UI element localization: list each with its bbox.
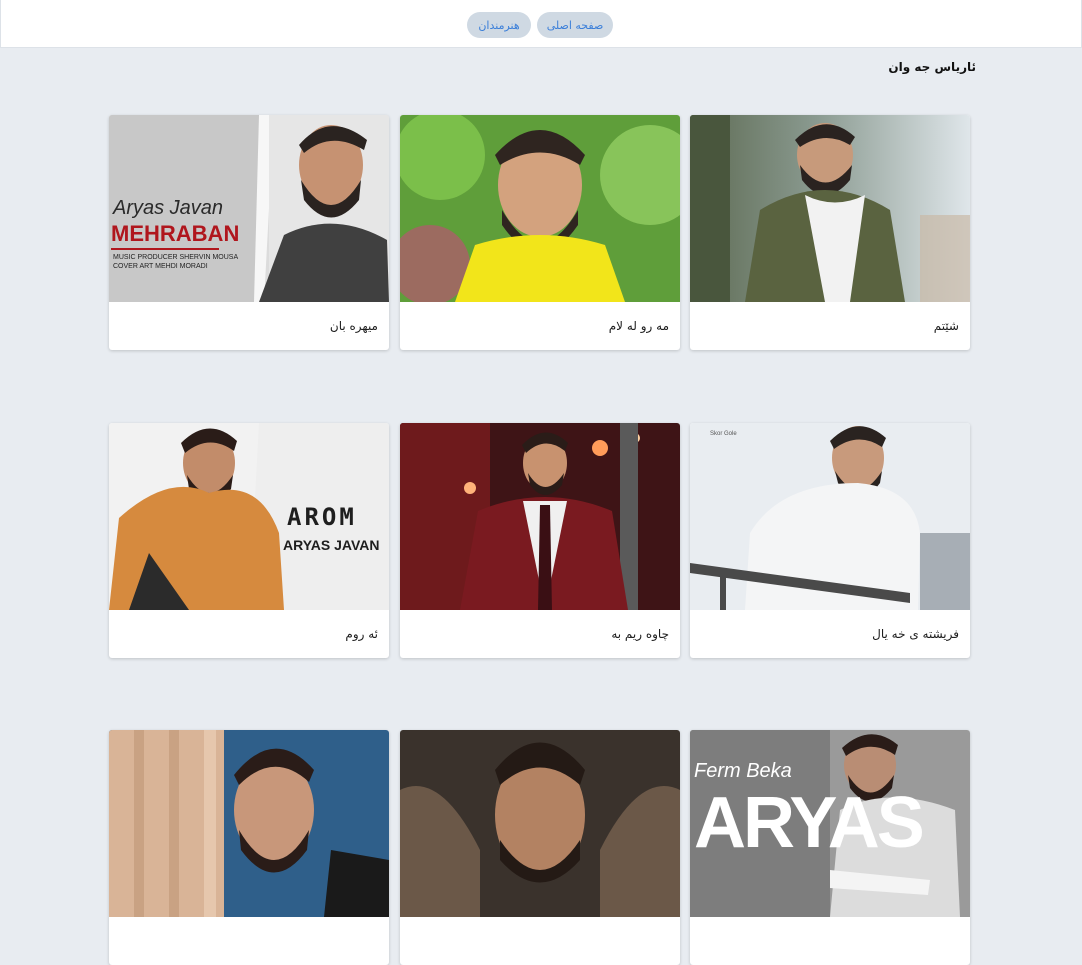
- song-cover-image: [109, 730, 389, 917]
- page-title: ئاریاس جه وان: [888, 60, 976, 74]
- song-title: میهره بان: [329, 319, 378, 333]
- nav-home-button[interactable]: صفحه اصلی: [537, 12, 613, 38]
- song-card-row3-middle[interactable]: [400, 730, 680, 965]
- song-title: مه رو له لام: [608, 319, 669, 333]
- song-cover-image: [400, 730, 680, 917]
- song-card-ferm-beka[interactable]: Ferm Beka ARYAS: [690, 730, 970, 965]
- song-card-chawe-rim-be[interactable]: چاوه ریم به: [400, 423, 680, 658]
- cover-title-text: AROM: [287, 503, 357, 531]
- cover-subtitle-text: ARYAS JAVAN: [283, 537, 380, 553]
- song-cover-image: [400, 115, 680, 302]
- cover-divider: [111, 248, 219, 250]
- song-title: شێتم: [933, 319, 959, 333]
- song-title: فریشته ی خه یال: [872, 627, 959, 641]
- song-card-mehraban[interactable]: Aryas Javan MEHRABAN MUSIC PRODUCER SHER…: [109, 115, 389, 350]
- cover-credit-text: MUSIC PRODUCER SHERVIN MOUSA: [113, 254, 239, 261]
- cover-title-text: MEHRABAN: [111, 221, 240, 246]
- cover-script-text: Ferm Beka: [694, 760, 792, 782]
- cover-logo-text: Skor Gole: [710, 431, 737, 437]
- song-card-arom[interactable]: AROM ARYAS JAVAN ئه روم: [109, 423, 389, 658]
- song-card-shetm[interactable]: شێتم: [690, 115, 970, 350]
- song-title: ئه روم: [345, 627, 378, 641]
- song-cover-image: [690, 115, 970, 302]
- cover-credit-text: COVER ART MEHDI MORADI: [113, 263, 208, 270]
- song-cover-image: [690, 423, 970, 610]
- cover-script-text: Aryas Javan: [113, 197, 224, 219]
- cover-title-text: ARYAS: [694, 783, 925, 863]
- song-cover-image: [400, 423, 680, 610]
- song-title: چاوه ریم به: [611, 627, 669, 641]
- nav-artists-button[interactable]: هنرمندان: [467, 12, 531, 38]
- song-card-row3-left[interactable]: [109, 730, 389, 965]
- top-navigation-bar: صفحه اصلی هنرمندان: [0, 0, 1082, 48]
- song-card-mah-ru-lam[interactable]: مه رو له لام: [400, 115, 680, 350]
- song-card-fereshte[interactable]: Skor Gole فریشته ی خه یال: [690, 423, 970, 658]
